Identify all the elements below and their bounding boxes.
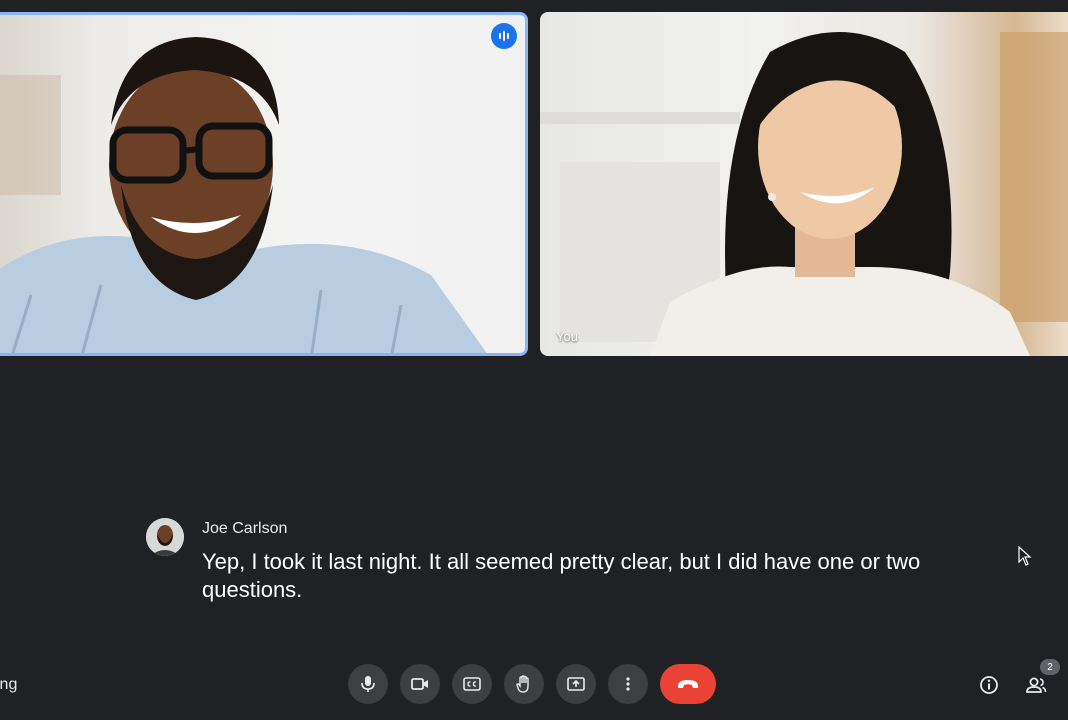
end-call-button[interactable]: [660, 664, 716, 704]
caption-text: Yep, I took it last night. It all seemed…: [202, 549, 921, 602]
video-tile-self[interactable]: You: [540, 12, 1068, 356]
self-name-label: You: [556, 329, 578, 344]
present-screen-button[interactable]: [556, 664, 596, 704]
raise-hand-button[interactable]: [504, 664, 544, 704]
caption-speaker-name: Joe Carlson: [202, 520, 288, 537]
more-options-icon: [626, 677, 630, 691]
meeting-details-button[interactable]: [969, 665, 1009, 705]
camera-icon: [411, 678, 428, 690]
present-screen-icon: [567, 677, 585, 691]
meeting-info-label: ing: [0, 676, 18, 693]
speaking-indicator-icon: [491, 23, 517, 49]
self-video: [540, 32, 1068, 356]
end-call-icon: [678, 680, 698, 688]
video-tile-participant[interactable]: [0, 12, 528, 356]
captions-icon: [463, 677, 481, 691]
participant-count-badge: 2: [1040, 659, 1060, 675]
participant-video: [0, 37, 487, 353]
captions-button[interactable]: [452, 664, 492, 704]
camera-button[interactable]: [400, 664, 440, 704]
avatar: [146, 518, 184, 556]
mouse-cursor-icon: [1018, 546, 1032, 566]
microphone-icon: [361, 676, 375, 692]
info-icon: [980, 676, 998, 694]
more-options-button[interactable]: [608, 664, 648, 704]
microphone-button[interactable]: [348, 664, 388, 704]
people-icon: [1026, 677, 1047, 693]
raise-hand-icon: [516, 675, 529, 693]
